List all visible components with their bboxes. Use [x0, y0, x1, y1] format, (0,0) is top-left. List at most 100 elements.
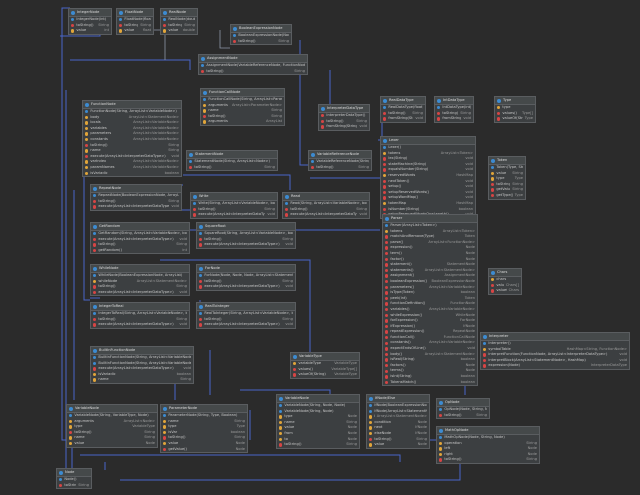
class-header[interactable]: IntegerToReal	[91, 303, 189, 311]
class-header[interactable]: VariableReferenceNode	[309, 151, 371, 159]
class-box-mathopnode[interactable]: MathOpNode MathOpNode(Node, String, Node)…	[436, 426, 540, 464]
class-box-booleanexpressionnode[interactable]: BooleanExpressionNode BooleanExpressionNo…	[230, 24, 292, 46]
class-box-write[interactable]: Write Write(String, ArrayList<VariableNod…	[190, 192, 278, 219]
class-header[interactable]: Lexer	[381, 137, 475, 145]
member-row[interactable]: getValue() Node	[161, 447, 247, 453]
class-header[interactable]: RealNode	[161, 9, 197, 17]
class-box-lexer[interactable]: Lexer Lexer() tokens ArrayList<Token> lex(St…	[380, 136, 476, 219]
member-row[interactable]: value double	[161, 28, 197, 34]
member-row[interactable]: toString()String	[187, 165, 277, 171]
class-box-read[interactable]: Read Read(String, ArrayList<VariableNode>…	[282, 192, 370, 219]
class-box-parser[interactable]: Parser Parser(ArrayList<Token>) tokens Arra…	[382, 214, 478, 387]
class-box-squareroot[interactable]: SquareRoot SquareRoot(String, ArrayList<V…	[196, 222, 296, 249]
member-row[interactable]: name String	[91, 377, 193, 383]
class-box-variablenode2[interactable]: VariableNode VariableNode(String, Node, N…	[276, 394, 360, 449]
class-header[interactable]: Interpreter	[481, 333, 629, 341]
class-box-whilenode[interactable]: WhileNode WhileNode(BooleanExpressionNode…	[90, 264, 190, 297]
member-row[interactable]: toString()String	[277, 442, 359, 448]
member-row[interactable]: fromString(String)void	[381, 116, 425, 122]
class-header[interactable]: Type	[495, 97, 535, 105]
member-row[interactable]: value Node	[67, 441, 157, 447]
class-box-realtointeger[interactable]: RealToInteger RealToInteger(String, Array…	[196, 302, 296, 329]
class-header[interactable]: IntegerNode	[69, 9, 111, 17]
member-row[interactable]: execute(ArrayList<InterpreterDataType>)v…	[91, 204, 181, 210]
class-header[interactable]: RepeatNode	[91, 185, 181, 193]
class-header[interactable]: Node	[57, 469, 91, 477]
class-header[interactable]: AssignmentNode	[199, 55, 307, 63]
member-row[interactable]: execute(ArrayList<InterpreterDataType>)v…	[197, 322, 295, 328]
class-header[interactable]: WhileNode	[91, 265, 189, 273]
member-row[interactable]: execute(ArrayList<InterpreterDataType>)v…	[91, 290, 189, 296]
class-box-repeatnode[interactable]: RepeatNode RepeatNode(BooleanExpressionNo…	[90, 184, 182, 211]
member-row[interactable]: execute(ArrayList<InterpreterDataType>)v…	[283, 212, 369, 218]
member-row[interactable]: toString()String	[309, 165, 371, 171]
class-header[interactable]: Token	[489, 157, 525, 165]
class-box-ifnode[interactable]: IfNode/Else IfNode(BooleanExpressionNode,…	[366, 394, 430, 449]
class-header[interactable]: Chars	[489, 269, 521, 277]
class-box-intdatatype[interactable]: IntDataType IntDataType(int) toString() Str…	[434, 96, 474, 123]
class-box-variabletype[interactable]: VariableType variableType VariableType valu…	[290, 352, 360, 379]
member-row[interactable]: toString()String	[437, 413, 489, 419]
class-box-variablereferencenode[interactable]: VariableReferenceNode VariableReferenceNo…	[308, 150, 372, 172]
class-header[interactable]: VariableNode	[277, 395, 359, 403]
class-header[interactable]: OpNode	[437, 399, 489, 407]
member-row[interactable]: getType() Type	[489, 193, 525, 199]
class-header[interactable]: SquareRoot	[197, 223, 295, 231]
member-row[interactable]: execute(ArrayList<InterpreterDataType>)v…	[191, 212, 277, 218]
member-row[interactable]: expression(Node) InterpreterDataType	[481, 363, 629, 369]
class-box-chars[interactable]: Charscharsvalues()Chars[]valueOf(String)…	[488, 268, 522, 295]
member-row[interactable]: execute(ArrayList<InterpreterDataType>)v…	[91, 322, 189, 328]
class-header[interactable]: GetRandom	[91, 223, 189, 231]
member-row[interactable]: toString()String	[231, 39, 291, 45]
class-box-opnode[interactable]: OpNodeOpNode(Node, String, Node)toString…	[436, 398, 490, 420]
class-header[interactable]: IntDataType	[435, 97, 473, 105]
member-row[interactable]: toString()String	[57, 483, 91, 489]
member-row[interactable]: toString()String	[437, 457, 539, 463]
class-box-parameternode[interactable]: ParameterNode ParameterNode(String, Type,…	[160, 404, 248, 454]
member-row[interactable]: TokensMatch() boolean	[383, 380, 477, 386]
class-header[interactable]: Write	[191, 193, 277, 201]
class-box-token[interactable]: TokenToken(Type, String)valueStringtypeT…	[488, 156, 526, 200]
class-box-builtinfunctionnode[interactable]: BuiltInFunctionNode BuiltInFunctionNode(S…	[90, 346, 194, 384]
class-box-interpreterdatatype[interactable]: InterpreterDataType InterpreterDataType()…	[318, 104, 370, 131]
class-box-statementnode[interactable]: StatementNode StatementNode(String, Array…	[186, 150, 278, 172]
class-box-floatnode[interactable]: FloatNodeFloatNode(float)toString()Strin…	[116, 8, 154, 35]
class-header[interactable]: VariableType	[291, 353, 359, 361]
member-row[interactable]: execute(ArrayList<InterpreterDataType>)v…	[197, 284, 295, 290]
class-box-realnode[interactable]: RealNodeRealNode(double)toString()String…	[160, 8, 198, 35]
class-header[interactable]: VariableNode	[67, 405, 157, 413]
member-row[interactable]: getRandom() int	[91, 248, 189, 254]
class-header[interactable]: MathOpNode	[437, 427, 539, 435]
class-header[interactable]: Parser	[383, 215, 477, 223]
member-row[interactable]: valueOf(String)Chars	[489, 288, 521, 294]
class-box-functionnode[interactable]: FunctionNode FunctionNode(String, ArrayLi…	[82, 100, 182, 178]
member-row[interactable]: arguments ArrayList	[201, 119, 284, 125]
class-box-functioncallnode[interactable]: FunctionCallNode FunctionCallNode(String,…	[200, 88, 285, 126]
member-row[interactable]: isVariadic boolean	[83, 171, 181, 177]
class-header[interactable]: FunctionNode	[83, 101, 181, 109]
class-box-integertoreal[interactable]: IntegerToReal IntegerToReal(String, Array…	[90, 302, 190, 329]
member-row[interactable]: fromString(String)void	[435, 116, 473, 122]
class-header[interactable]: InterpreterDataType	[319, 105, 369, 113]
member-row[interactable]: toString()String	[199, 69, 307, 75]
class-box-variablenode[interactable]: VariableNode VariableNode(String, Variabl…	[66, 404, 158, 448]
member-row[interactable]: valueOf(String)Type	[495, 116, 535, 122]
class-box-realdatatype[interactable]: RealDataType RealDataType(float) toString(…	[380, 96, 426, 123]
member-row[interactable]: execute(ArrayList<InterpreterDataType>)v…	[197, 242, 295, 248]
member-row[interactable]: value int	[69, 28, 111, 34]
class-header[interactable]: ParameterNode	[161, 405, 247, 413]
class-header[interactable]: BuiltInFunctionNode	[91, 347, 193, 355]
class-box-type[interactable]: Typetypevalues()Type[]valueOf(String)Typ…	[494, 96, 536, 123]
class-header[interactable]: Read	[283, 193, 369, 201]
class-header[interactable]: FunctionCallNode	[201, 89, 284, 97]
class-box-getrandom[interactable]: GetRandom GetRandom(String, ArrayList<Var…	[90, 222, 190, 255]
class-header[interactable]: RealToInteger	[197, 303, 295, 311]
member-row[interactable]: value Node	[367, 442, 429, 448]
class-header[interactable]: ForNode	[197, 265, 295, 273]
class-header[interactable]: FloatNode	[117, 9, 153, 17]
class-box-integernode[interactable]: IntegerNode IntegerNode(int) toString() Str…	[68, 8, 112, 35]
member-row[interactable]: valueOf(String) VariableType	[291, 372, 359, 378]
class-header[interactable]: RealDataType	[381, 97, 425, 105]
class-box-assignmentnode[interactable]: AssignmentNode AssignmentNode(VariableRef…	[198, 54, 308, 76]
class-header[interactable]: StatementNode	[187, 151, 277, 159]
